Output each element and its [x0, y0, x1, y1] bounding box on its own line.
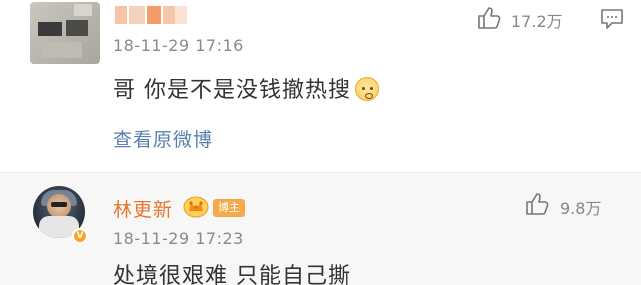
reply-timestamp: 18-11-29 17:23: [113, 229, 244, 248]
comment-text-content: 哥 你是不是没钱撤热搜: [113, 78, 351, 103]
sad-face-icon: [355, 77, 379, 101]
view-original-link[interactable]: 查看原微博: [113, 125, 213, 152]
commenter-name[interactable]: [115, 6, 187, 28]
comment-icon[interactable]: [599, 7, 625, 31]
reply-like-count: 9.8万: [560, 199, 602, 218]
commenter-avatar[interactable]: [30, 2, 100, 64]
crown-icon: [183, 196, 209, 218]
verified-badge-icon: V: [72, 228, 88, 244]
author-name[interactable]: 林更新: [113, 195, 173, 222]
reply-text: 处境很艰难 只能自己撕: [113, 264, 351, 285]
like-count: 17.2万: [511, 12, 563, 31]
comment-timestamp: 18-11-29 17:16: [113, 36, 244, 55]
comment-text: 哥 你是不是没钱撤热搜: [113, 72, 379, 104]
reply-like-icon[interactable]: [524, 191, 550, 217]
like-icon[interactable]: [476, 5, 502, 31]
host-badge: 博主: [213, 199, 245, 217]
